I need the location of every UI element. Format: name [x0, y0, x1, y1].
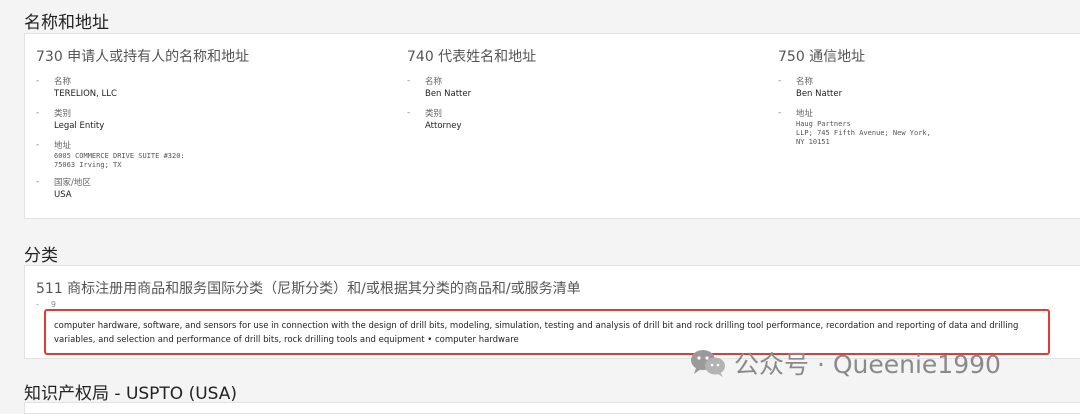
- dash-marker: -: [36, 140, 40, 150]
- applicant-title: 730 申请人或持有人的名称和地址: [36, 49, 250, 65]
- correspondence-title: 750 通信地址: [778, 49, 866, 65]
- representative-name-value: Ben Natter: [425, 89, 472, 99]
- wechat-icon: [691, 350, 725, 377]
- watermark: 公众号 · Queenie1990: [690, 345, 1001, 381]
- name-address-panel: 730 申请人或持有人的名称和地址 - 名称 TERELION, LLC - 类…: [24, 33, 1080, 219]
- office-panel: [24, 402, 1080, 414]
- applicant-column: 730 申请人或持有人的名称和地址 - 名称 TERELION, LLC - 类…: [36, 46, 249, 209]
- applicant-country-value: USA: [54, 190, 72, 200]
- correspondence-name-value: Ben Natter: [796, 89, 843, 99]
- dash-marker: -: [36, 300, 39, 309]
- field-label: 名称: [425, 77, 443, 87]
- applicant-country-field: - 国家/地区 USA: [36, 177, 249, 202]
- applicant-type-field: - 类别 Legal Entity: [36, 108, 249, 133]
- field-label: 类别: [425, 109, 443, 119]
- representative-column: 740 代表姓名和地址 - 名称 Ben Natter - 类别 Attorne…: [407, 46, 536, 140]
- applicant-type-value: Legal Entity: [54, 121, 105, 131]
- field-label: 国家/地区: [54, 178, 91, 188]
- correspondence-name-field: - 名称 Ben Natter: [778, 76, 931, 101]
- dash-marker: -: [778, 76, 782, 86]
- representative-type-value: Attorney: [425, 121, 462, 131]
- correspondence-address-line3: NY 10151: [796, 138, 830, 146]
- representative-title: 740 代表姓名和地址: [407, 49, 537, 65]
- field-label: 名称: [796, 77, 814, 87]
- applicant-name-value: TERELION, LLC: [54, 89, 117, 99]
- watermark-text: 公众号 · Queenie1990: [734, 350, 1001, 379]
- goods-services-text: computer hardware, software, and sensors…: [54, 321, 1019, 345]
- field-label: 地址: [796, 109, 814, 119]
- correspondence-address-line1: Haug Partners: [796, 120, 851, 128]
- classification-subtitle: 511 商标注册用商品和服务国际分类（尼斯分类）和/或根据其分类的商品和/或服务…: [36, 281, 581, 297]
- dash-marker: -: [407, 108, 411, 118]
- dash-marker: -: [407, 76, 411, 86]
- field-label: 名称: [54, 77, 72, 87]
- class-number: 9: [50, 300, 56, 309]
- representative-type-field: - 类别 Attorney: [407, 108, 536, 133]
- dash-marker: -: [36, 108, 40, 118]
- correspondence-address-field: - 地址 Haug Partners LLP; 745 Fifth Avenue…: [778, 108, 931, 147]
- applicant-address-line1: 6005 COMMERCE DRIVE SUITE #320:: [54, 152, 185, 160]
- correspondence-column: 750 通信地址 - 名称 Ben Natter - 地址 Haug Partn…: [778, 46, 931, 154]
- field-label: 地址: [54, 141, 72, 151]
- field-label: 类别: [54, 109, 72, 119]
- applicant-address-field: - 地址 6005 COMMERCE DRIVE SUITE #320: 750…: [36, 140, 249, 170]
- section-title-name-address: 名称和地址: [24, 13, 109, 33]
- dash-marker: -: [778, 108, 782, 118]
- section-title-office: 知识产权局 - USPTO (USA): [24, 384, 238, 404]
- applicant-name-field: - 名称 TERELION, LLC: [36, 76, 249, 101]
- class-number-row: -9: [36, 300, 56, 309]
- dash-marker: -: [36, 76, 40, 86]
- correspondence-address-line2: LLP; 745 Fifth Avenue; New York,: [796, 129, 931, 137]
- applicant-address-line2: 75063 Irving; TX: [54, 161, 122, 169]
- dash-marker: -: [36, 177, 40, 187]
- section-title-classification: 分类: [24, 246, 58, 266]
- representative-name-field: - 名称 Ben Natter: [407, 76, 536, 101]
